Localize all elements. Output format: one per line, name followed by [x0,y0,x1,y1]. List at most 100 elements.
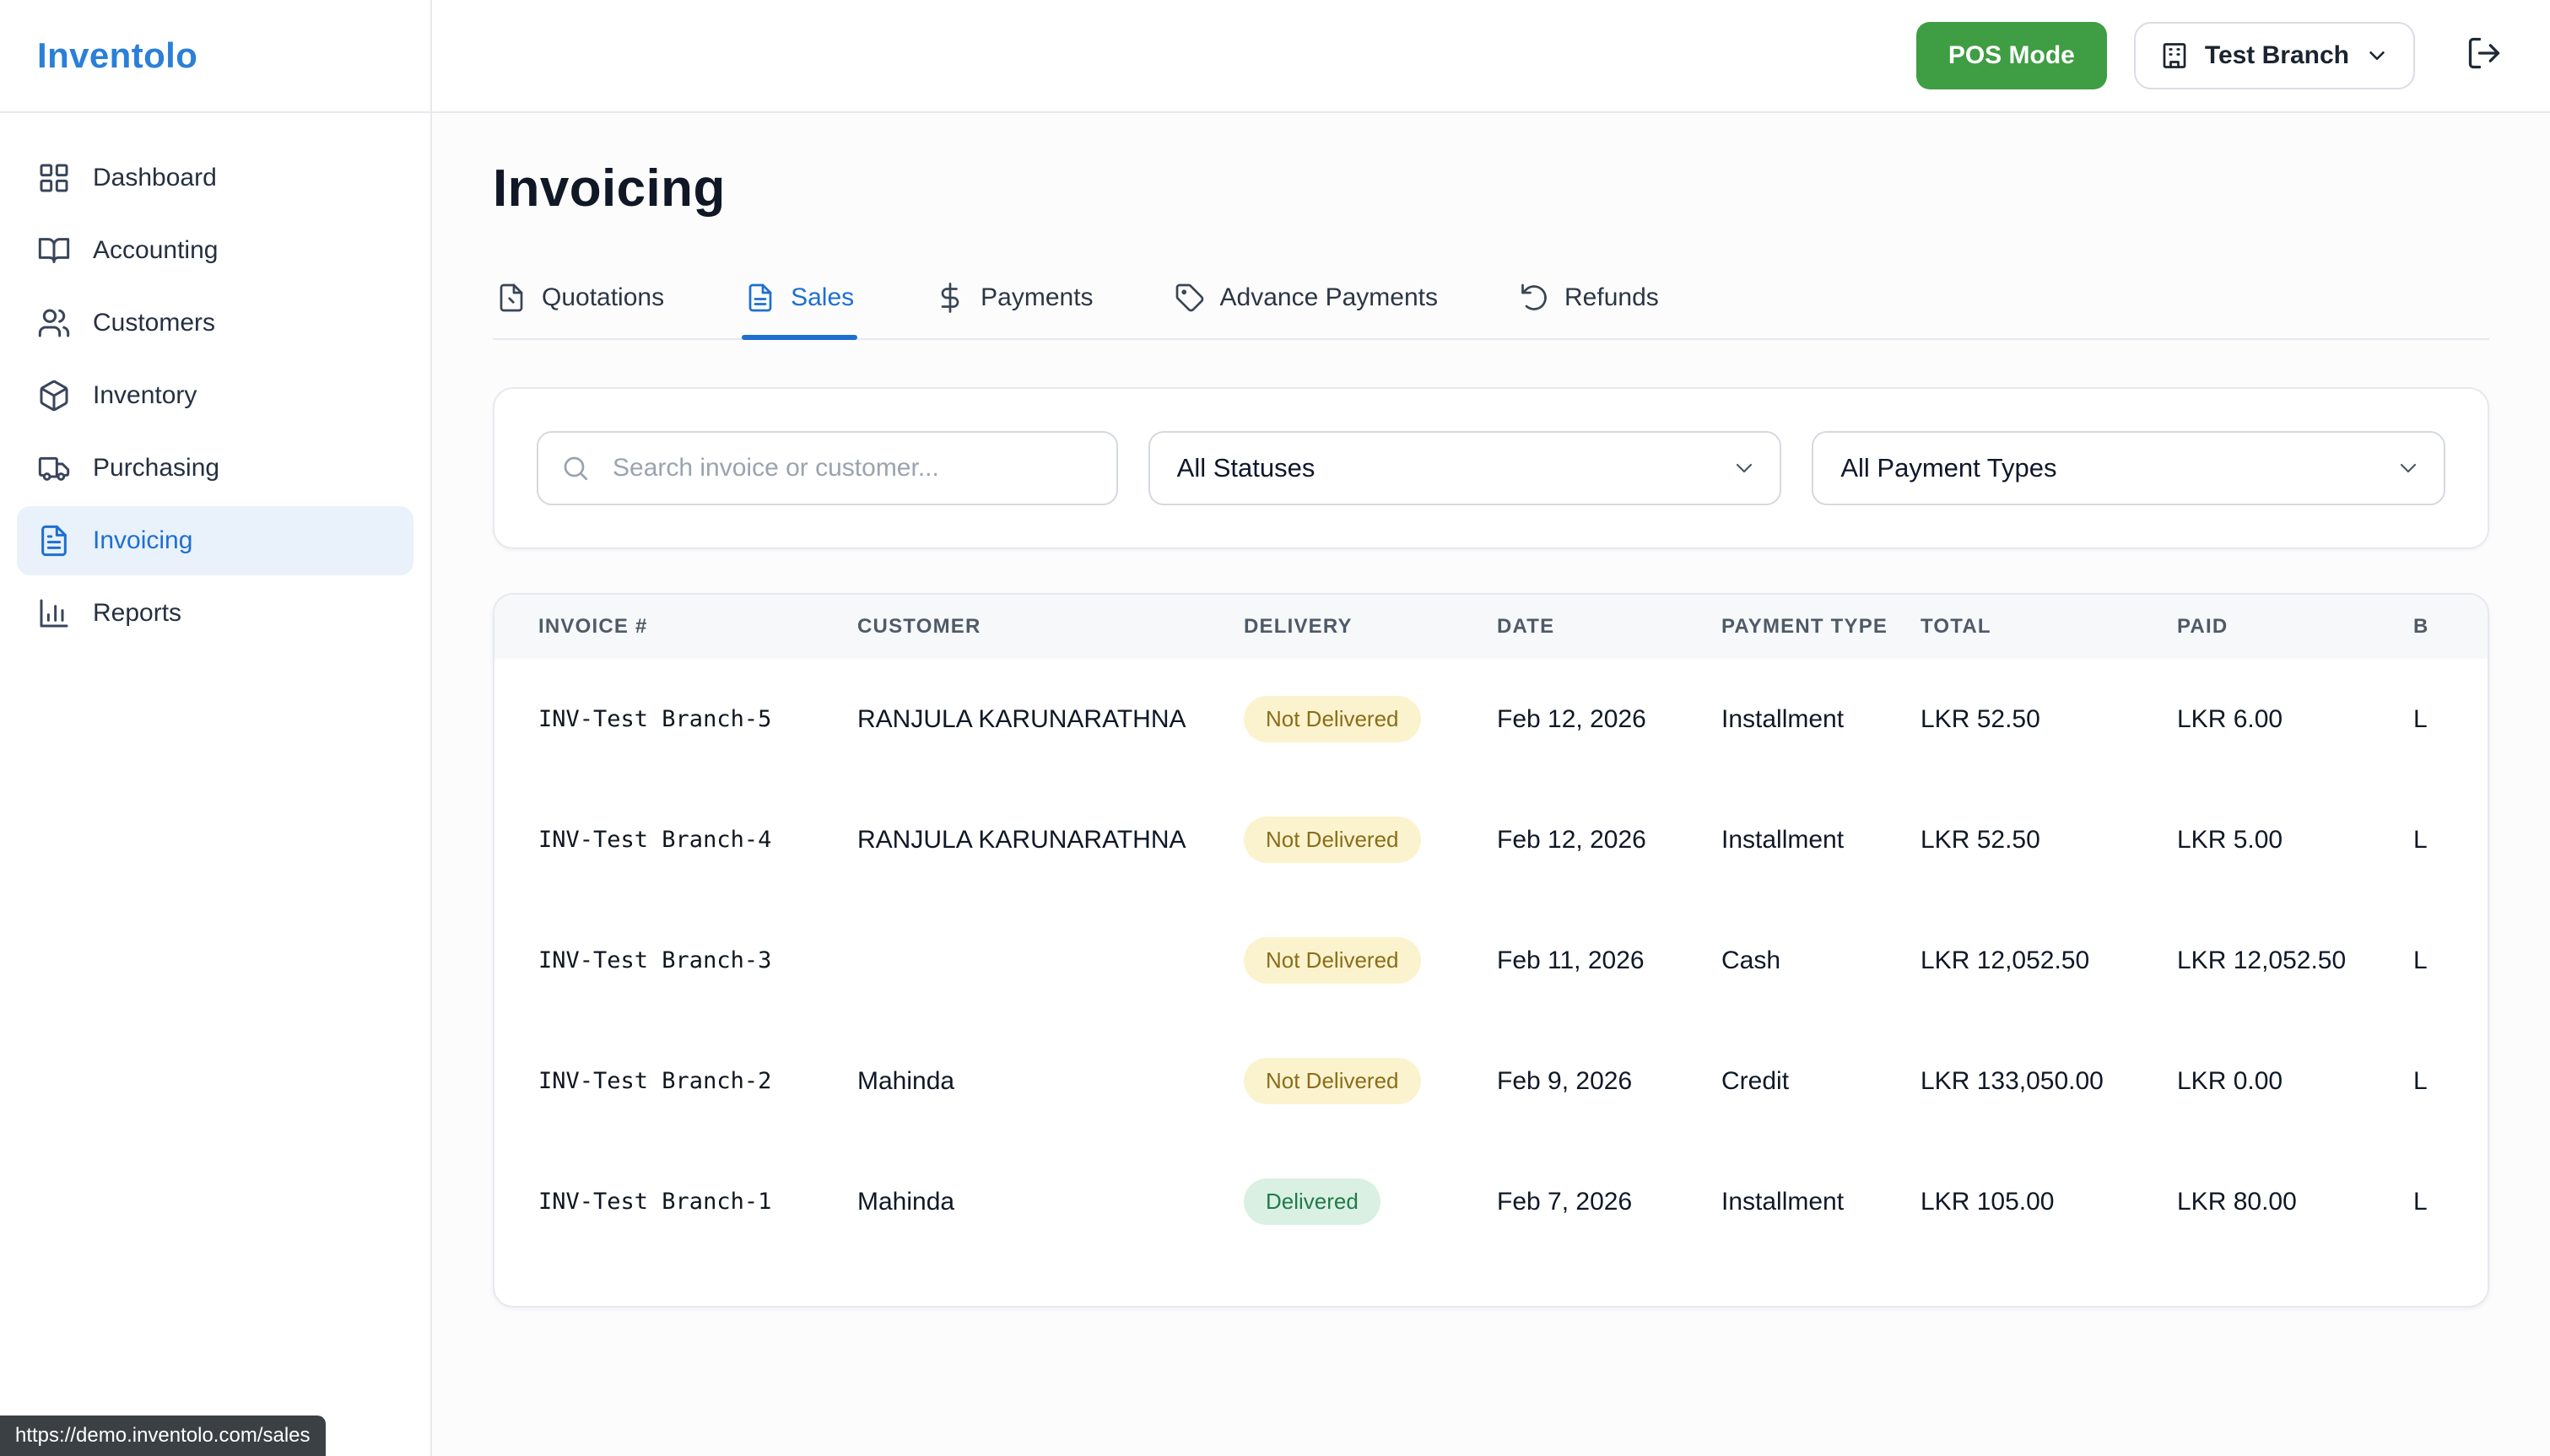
invoice-table-card: INVOICE # CUSTOMER DELIVERY DATE PAYMENT… [493,593,2489,1308]
column-header-customer: CUSTOMER [857,595,1244,659]
logout-icon [2466,35,2503,78]
customer-name [857,900,1244,1021]
users-icon [37,306,71,340]
payment-type-filter-value: All Payment Types [1840,453,2056,483]
topbar: POS Mode Test Branch [432,0,2550,113]
delivery-status-badge: Not Delivered [1244,696,1421,742]
sidebar-item-accounting[interactable]: Accounting [17,216,413,285]
delivery-cell: Not Delivered [1244,900,1497,1021]
logout-button[interactable] [2466,35,2503,78]
sidebar-item-inventory[interactable]: Inventory [17,361,413,430]
invoice-table: INVOICE # CUSTOMER DELIVERY DATE PAYMENT… [494,595,2489,1262]
filter-card: All Statuses All Payment Types [493,387,2489,549]
invoice-date: Feb 7, 2026 [1497,1141,1721,1262]
status-filter-select[interactable]: All Statuses [1148,431,1782,505]
search-icon [560,453,591,483]
invoice-number: INV-Test Branch-4 [494,779,857,900]
logo-area: Inventolo [0,0,430,113]
customer-name: Mahinda [857,1021,1244,1141]
delivery-status-badge: Delivered [1244,1178,1380,1225]
branch-label: Test Branch [2205,41,2349,70]
sidebar-item-reports[interactable]: Reports [17,579,413,648]
chevron-down-icon [1731,455,1758,482]
invoice-balance-clipped: L [2413,779,2489,900]
tab-quotations[interactable]: Quotations [493,262,667,338]
invoice-total: LKR 12,052.50 [1921,900,2177,1021]
building-icon [2159,40,2190,71]
branch-selector[interactable]: Test Branch [2134,22,2415,89]
payment-type-filter-select[interactable]: All Payment Types [1812,431,2445,505]
invoice-paid: LKR 0.00 [2177,1021,2413,1141]
invoice-number: INV-Test Branch-1 [494,1141,857,1262]
sidebar-item-customers[interactable]: Customers [17,289,413,358]
sidebar-item-label: Customers [93,309,215,337]
chevron-down-icon [2364,43,2390,68]
sidebar-item-label: Reports [93,599,181,628]
box-icon [37,379,71,413]
book-icon [37,234,71,267]
invoice-date: Feb 12, 2026 [1497,659,1721,779]
sales-icon [745,283,775,313]
delivery-cell: Delivered [1244,1141,1497,1262]
invoice-number: INV-Test Branch-2 [494,1021,857,1141]
invoice-paid: LKR 5.00 [2177,779,2413,900]
invoice-date: Feb 11, 2026 [1497,900,1721,1021]
invoice-number: INV-Test Branch-5 [494,659,857,779]
table-row[interactable]: INV-Test Branch-3 Not Delivered Feb 11, … [494,900,2489,1021]
chevron-down-icon [2395,455,2422,482]
invoice-number: INV-Test Branch-3 [494,900,857,1021]
sidebar-item-dashboard[interactable]: Dashboard [17,143,413,213]
column-header-invoice: INVOICE # [494,595,857,659]
invoice-total: LKR 52.50 [1921,779,2177,900]
delivery-cell: Not Delivered [1244,1021,1497,1141]
column-header-payment-type: PAYMENT TYPE [1721,595,1921,659]
invoice-balance-clipped: L [2413,1021,2489,1141]
invoice-paid: LKR 80.00 [2177,1141,2413,1262]
tab-label: Sales [791,283,854,312]
truck-icon [37,451,71,485]
sidebar-item-purchasing[interactable]: Purchasing [17,434,413,503]
column-header-balance-clipped: B [2413,595,2489,659]
quotation-icon [496,283,527,313]
delivery-status-badge: Not Delivered [1244,937,1421,984]
sidebar-item-label: Inventory [93,381,197,410]
invoice-balance-clipped: L [2413,1141,2489,1262]
customer-name: RANJULA KARUNARATHNA [857,779,1244,900]
table-row[interactable]: INV-Test Branch-5 RANJULA KARUNARATHNA N… [494,659,2489,779]
tab-advance-payments[interactable]: Advance Payments [1171,262,1441,338]
status-filter-value: All Statuses [1177,453,1316,483]
customer-name: RANJULA KARUNARATHNA [857,659,1244,779]
invoice-total: LKR 105.00 [1921,1141,2177,1262]
payment-type: Cash [1721,900,1921,1021]
column-header-total: TOTAL [1921,595,2177,659]
tab-label: Refunds [1564,283,1659,312]
table-row[interactable]: INV-Test Branch-4 RANJULA KARUNARATHNA N… [494,779,2489,900]
advance-payments-icon [1175,283,1205,313]
invoice-total: LKR 52.50 [1921,659,2177,779]
tab-bar: Quotations Sales Payments [493,262,2489,340]
payment-type: Installment [1721,779,1921,900]
tab-label: Advance Payments [1220,283,1438,312]
customer-name: Mahinda [857,1141,1244,1262]
search-input[interactable] [537,431,1118,505]
app-root: Inventolo Dashboard Accounting Customers [0,0,2550,1456]
pos-mode-button[interactable]: POS Mode [1916,22,2107,89]
app-logo[interactable]: Inventolo [37,35,197,76]
payment-type: Installment [1721,659,1921,779]
table-row[interactable]: INV-Test Branch-1 Mahinda Delivered Feb … [494,1141,2489,1262]
column-header-delivery: DELIVERY [1244,595,1497,659]
column-header-date: DATE [1497,595,1721,659]
page-title: Invoicing [493,159,2489,218]
tab-payments[interactable]: Payments [932,262,1096,338]
invoice-date: Feb 9, 2026 [1497,1021,1721,1141]
invoice-total: LKR 133,050.00 [1921,1021,2177,1141]
delivery-status-badge: Not Delivered [1244,817,1421,863]
sidebar-item-invoicing[interactable]: Invoicing [17,506,413,575]
table-row[interactable]: INV-Test Branch-2 Mahinda Not Delivered … [494,1021,2489,1141]
payment-type: Credit [1721,1021,1921,1141]
tab-sales[interactable]: Sales [742,262,857,338]
column-header-paid: PAID [2177,595,2413,659]
tab-refunds[interactable]: Refunds [1515,262,1662,338]
invoice-paid: LKR 12,052.50 [2177,900,2413,1021]
search-box [537,431,1118,505]
